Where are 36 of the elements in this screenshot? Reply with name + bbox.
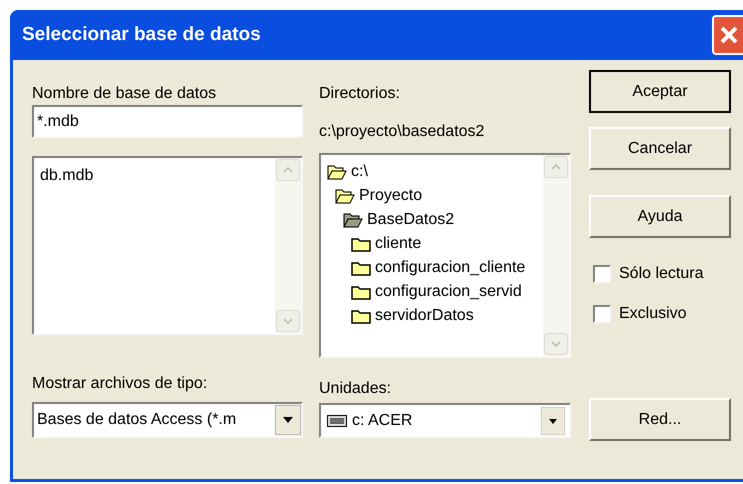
folder-item[interactable]: c:\: [351, 160, 368, 184]
field-label: Nombre de base de datos: [32, 84, 218, 102]
folder-item[interactable]: BaseDatos2: [367, 208, 454, 232]
scrollbar[interactable]: [275, 158, 301, 333]
folder-item[interactable]: cliente: [375, 232, 422, 256]
checkbox-label: Sólo lectura: [619, 264, 704, 284]
scrollbar[interactable]: [543, 155, 569, 356]
checkbox[interactable]: [593, 265, 611, 283]
database-name-field[interactable]: *.mdb: [32, 105, 303, 138]
checkbox[interactable]: [593, 305, 611, 323]
window-title: Seleccionar base de datos: [22, 22, 261, 47]
file-type-dropdown[interactable]: Bases de datos Access (*.m: [32, 402, 303, 438]
dropdown-value: Bases de datos Access (*.m: [36, 410, 238, 430]
folder-item[interactable]: configuracion_cliente: [375, 256, 526, 280]
folder-item[interactable]: servidorDatos: [375, 304, 474, 328]
close-icon: [718, 25, 738, 45]
dropdown-arrow-icon[interactable]: [275, 405, 301, 435]
dialog-button[interactable]: Cancelar: [589, 127, 731, 170]
close-button[interactable]: [712, 15, 743, 55]
directory-tree[interactable]: c:\ Proyecto BaseDatos2 cliente configuracion_cliente configuracion_servid servidorDatos: [319, 153, 571, 358]
field-label: Unidades:: [319, 379, 392, 397]
drive-dropdown[interactable]: c: ACER: [319, 403, 571, 438]
network-button[interactable]: Red...: [589, 398, 731, 441]
dropdown-arrow-icon[interactable]: [541, 406, 565, 434]
field-label: Directorios:: [319, 84, 401, 102]
dialog-button[interactable]: Ayuda: [589, 195, 731, 238]
folder-item[interactable]: Proyecto: [359, 184, 422, 208]
dropdown-value: c: ACER: [352, 410, 414, 430]
dialog-button[interactable]: Aceptar: [589, 70, 731, 113]
folder-item[interactable]: configuracion_servid: [375, 280, 522, 304]
field-label: Mostrar archivos de tipo:: [32, 374, 208, 392]
file-item[interactable]: db.mdb: [40, 164, 94, 188]
file-list[interactable]: db.mdb: [32, 156, 303, 335]
drive-icon: [327, 414, 347, 426]
directory-path: c:\proyecto\basedatos2: [319, 122, 486, 140]
checkbox-label: Exclusivo: [619, 304, 687, 324]
